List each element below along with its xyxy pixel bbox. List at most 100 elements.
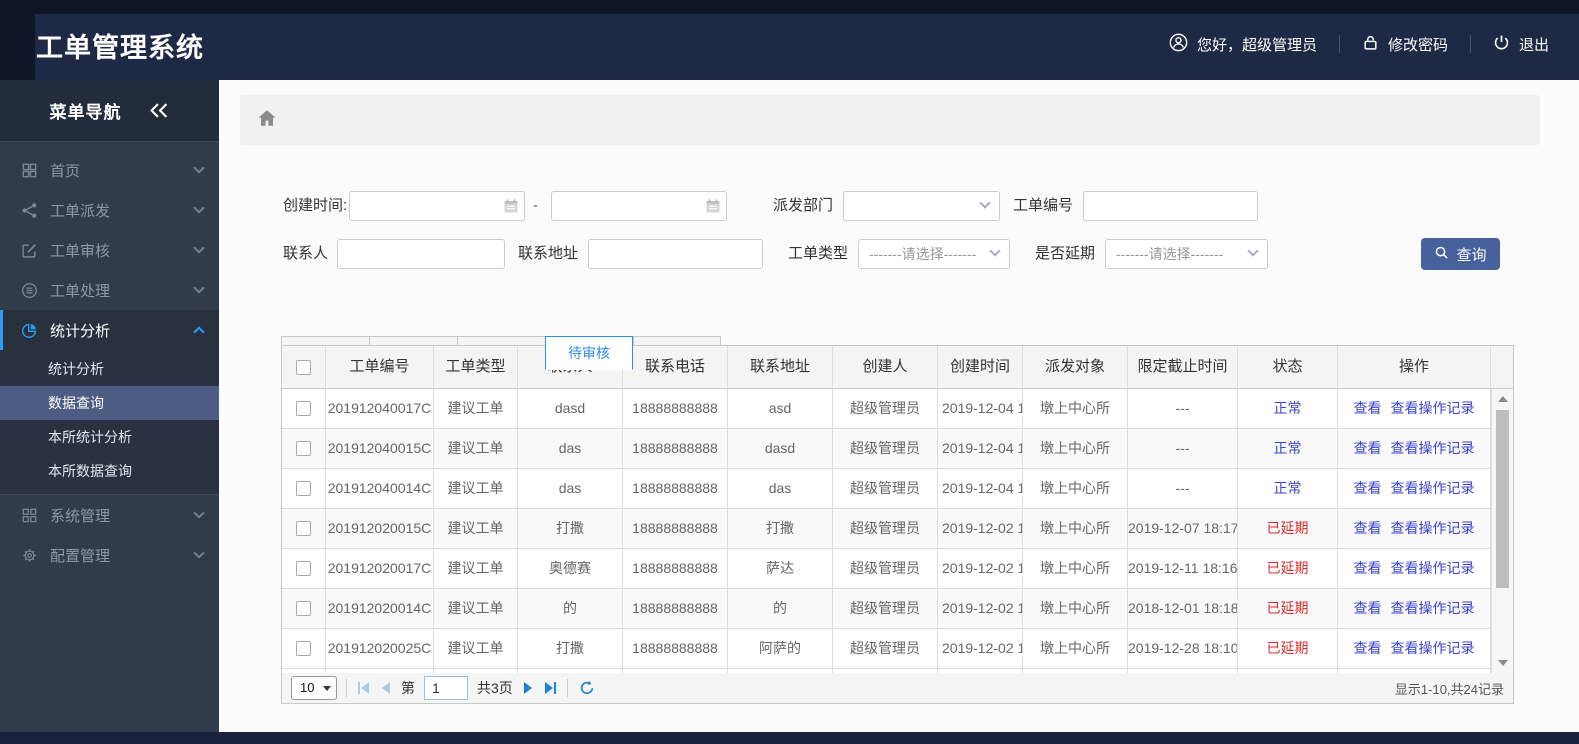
- row-checkbox[interactable]: [296, 441, 311, 456]
- calendar-icon[interactable]: [705, 198, 721, 219]
- row-checkbox[interactable]: [296, 401, 311, 416]
- chevron-down-icon: [193, 507, 205, 519]
- scroll-up-icon[interactable]: [1492, 391, 1513, 407]
- view-link[interactable]: 查看: [1354, 429, 1382, 468]
- view-link[interactable]: 查看: [1354, 629, 1382, 668]
- row-checkbox-cell: [282, 389, 326, 429]
- view-link[interactable]: 查看: [1354, 589, 1382, 628]
- view-log-link[interactable]: 查看操作记录: [1391, 469, 1475, 508]
- cell-contact: 的: [518, 589, 623, 629]
- scroll-down-icon[interactable]: [1492, 655, 1513, 671]
- filter-row-2: 联系人 联系地址 工单类型 -------请选择------- 是否延期 ---…: [219, 238, 1579, 270]
- row-checkbox-cell: [282, 549, 326, 589]
- row-checkbox-cell: [282, 509, 326, 549]
- user-icon: [1169, 33, 1188, 56]
- cell-type: 建议工单: [434, 469, 518, 509]
- order-no-input[interactable]: [1083, 191, 1258, 221]
- cell-actions: 查看 查看操作记录: [1338, 589, 1491, 629]
- sidebar-item-1[interactable]: 工单派发: [0, 190, 219, 230]
- cell-contact: 奥德赛: [518, 549, 623, 589]
- last-page-button[interactable]: [543, 680, 558, 696]
- row-checkbox[interactable]: [296, 601, 311, 616]
- change-password-link[interactable]: 修改密码: [1362, 34, 1448, 55]
- view-link[interactable]: 查看: [1354, 469, 1382, 508]
- next-page-button[interactable]: [522, 680, 534, 696]
- create-time-end-input[interactable]: [551, 191, 727, 221]
- tab-3[interactable]: 待审核: [545, 336, 633, 370]
- sidebar-item-label: 配置管理: [50, 547, 111, 565]
- select-all-checkbox[interactable]: [296, 359, 311, 375]
- chevron-down-icon: [323, 686, 331, 691]
- logout-label: 退出: [1518, 36, 1549, 54]
- change-password-label: 修改密码: [1387, 36, 1448, 54]
- row-checkbox-cell: [282, 629, 326, 669]
- user-greeting[interactable]: 您好，超级管理员: [1169, 33, 1317, 56]
- scrollbar-thumb[interactable]: [1496, 410, 1509, 588]
- cell-type: 建议工单: [434, 389, 518, 429]
- view-link[interactable]: 查看: [1354, 549, 1382, 588]
- address-input[interactable]: [588, 239, 763, 269]
- table-scrollbar[interactable]: [1491, 389, 1513, 673]
- cell-actions: 查看 查看操作记录: [1338, 429, 1491, 469]
- dispatch-dept-label: 派发部门: [773, 197, 834, 214]
- logout-link[interactable]: 退出: [1493, 34, 1549, 55]
- first-page-button[interactable]: [356, 680, 371, 696]
- submenu: 统计分析 数据查询 本所统计分析 本所数据查询: [0, 350, 219, 495]
- submenu-item-3[interactable]: 本所数据查询: [0, 454, 219, 488]
- view-log-link[interactable]: 查看操作记录: [1391, 389, 1475, 428]
- cell-deadline: ---: [1128, 389, 1238, 429]
- sidebar-item-3[interactable]: 工单处理: [0, 270, 219, 310]
- column-header: 派发对象: [1023, 346, 1128, 389]
- collapse-sidebar-icon[interactable]: [148, 102, 170, 119]
- table-row: 201912020025C 建议工单 打撒 18888888888 阿萨的 超级管理员 20…: [282, 629, 1491, 669]
- dispatch-dept-select[interactable]: [843, 191, 1000, 221]
- prev-page-button[interactable]: [380, 680, 392, 696]
- sidebar-item-0[interactable]: 首页: [0, 150, 219, 190]
- column-header: 联系电话: [623, 346, 728, 389]
- sidebar-item-label: 首页: [50, 162, 81, 180]
- refresh-button[interactable]: [577, 678, 597, 698]
- delay-select[interactable]: -------请选择-------: [1105, 239, 1268, 269]
- view-link[interactable]: 查看: [1354, 509, 1382, 548]
- submenu-item-2[interactable]: 本所统计分析: [0, 420, 219, 454]
- search-icon: [1434, 245, 1449, 264]
- create-time-start-input[interactable]: [349, 191, 525, 221]
- home-icon[interactable]: [257, 108, 277, 133]
- calendar-icon[interactable]: [503, 198, 519, 219]
- sidebar-header: 菜单导航: [0, 80, 219, 142]
- view-log-link[interactable]: 查看操作记录: [1391, 589, 1475, 628]
- order-type-select[interactable]: -------请选择-------: [858, 239, 1010, 269]
- cell-deadline: ---: [1128, 469, 1238, 509]
- search-button[interactable]: 查询: [1421, 238, 1500, 270]
- row-checkbox[interactable]: [296, 481, 311, 496]
- page-number-input[interactable]: [424, 676, 468, 700]
- cell-address: 的: [728, 589, 833, 629]
- table-row: 201912020017C 建议工单 奥德赛 18888888888 萨达 超级管理员 20…: [282, 549, 1491, 589]
- row-checkbox[interactable]: [296, 641, 311, 656]
- order-no-label: 工单编号: [1013, 197, 1074, 214]
- pie-chart-icon: [20, 321, 38, 339]
- page-size-select[interactable]: 10: [291, 676, 337, 700]
- view-log-link[interactable]: 查看操作记录: [1391, 549, 1475, 588]
- submenu-item-1[interactable]: 数据查询: [0, 386, 219, 420]
- view-log-link[interactable]: 查看操作记录: [1391, 509, 1475, 548]
- row-checkbox[interactable]: [296, 561, 311, 576]
- sidebar-item-2[interactable]: 工单审核: [0, 230, 219, 270]
- cell-order_no: 201912040017C: [326, 389, 434, 429]
- pager-divider: [566, 679, 568, 697]
- view-log-link[interactable]: 查看操作记录: [1391, 429, 1475, 468]
- sidebar-item-4[interactable]: 统计分析: [0, 310, 219, 350]
- view-link[interactable]: 查看: [1354, 389, 1382, 428]
- view-log-link[interactable]: 查看操作记录: [1391, 629, 1475, 668]
- cell-deadline: 2018-12-01 18:18: [1128, 589, 1238, 629]
- row-checkbox[interactable]: [296, 521, 311, 536]
- submenu-item-0[interactable]: 统计分析: [0, 352, 219, 386]
- page-size-value: 10: [300, 680, 315, 695]
- contact-input[interactable]: [337, 239, 505, 269]
- cell-deadline: 2019-12-28 18:10: [1128, 629, 1238, 669]
- status-badge: 正常: [1238, 429, 1338, 469]
- share-icon: [20, 201, 38, 219]
- table-row: 201912040014C 建议工单 das 18888888888 das 超级管理员 2…: [282, 469, 1491, 509]
- sidebar-item-5[interactable]: 系统管理: [0, 495, 219, 535]
- sidebar-item-6[interactable]: 配置管理: [0, 535, 219, 575]
